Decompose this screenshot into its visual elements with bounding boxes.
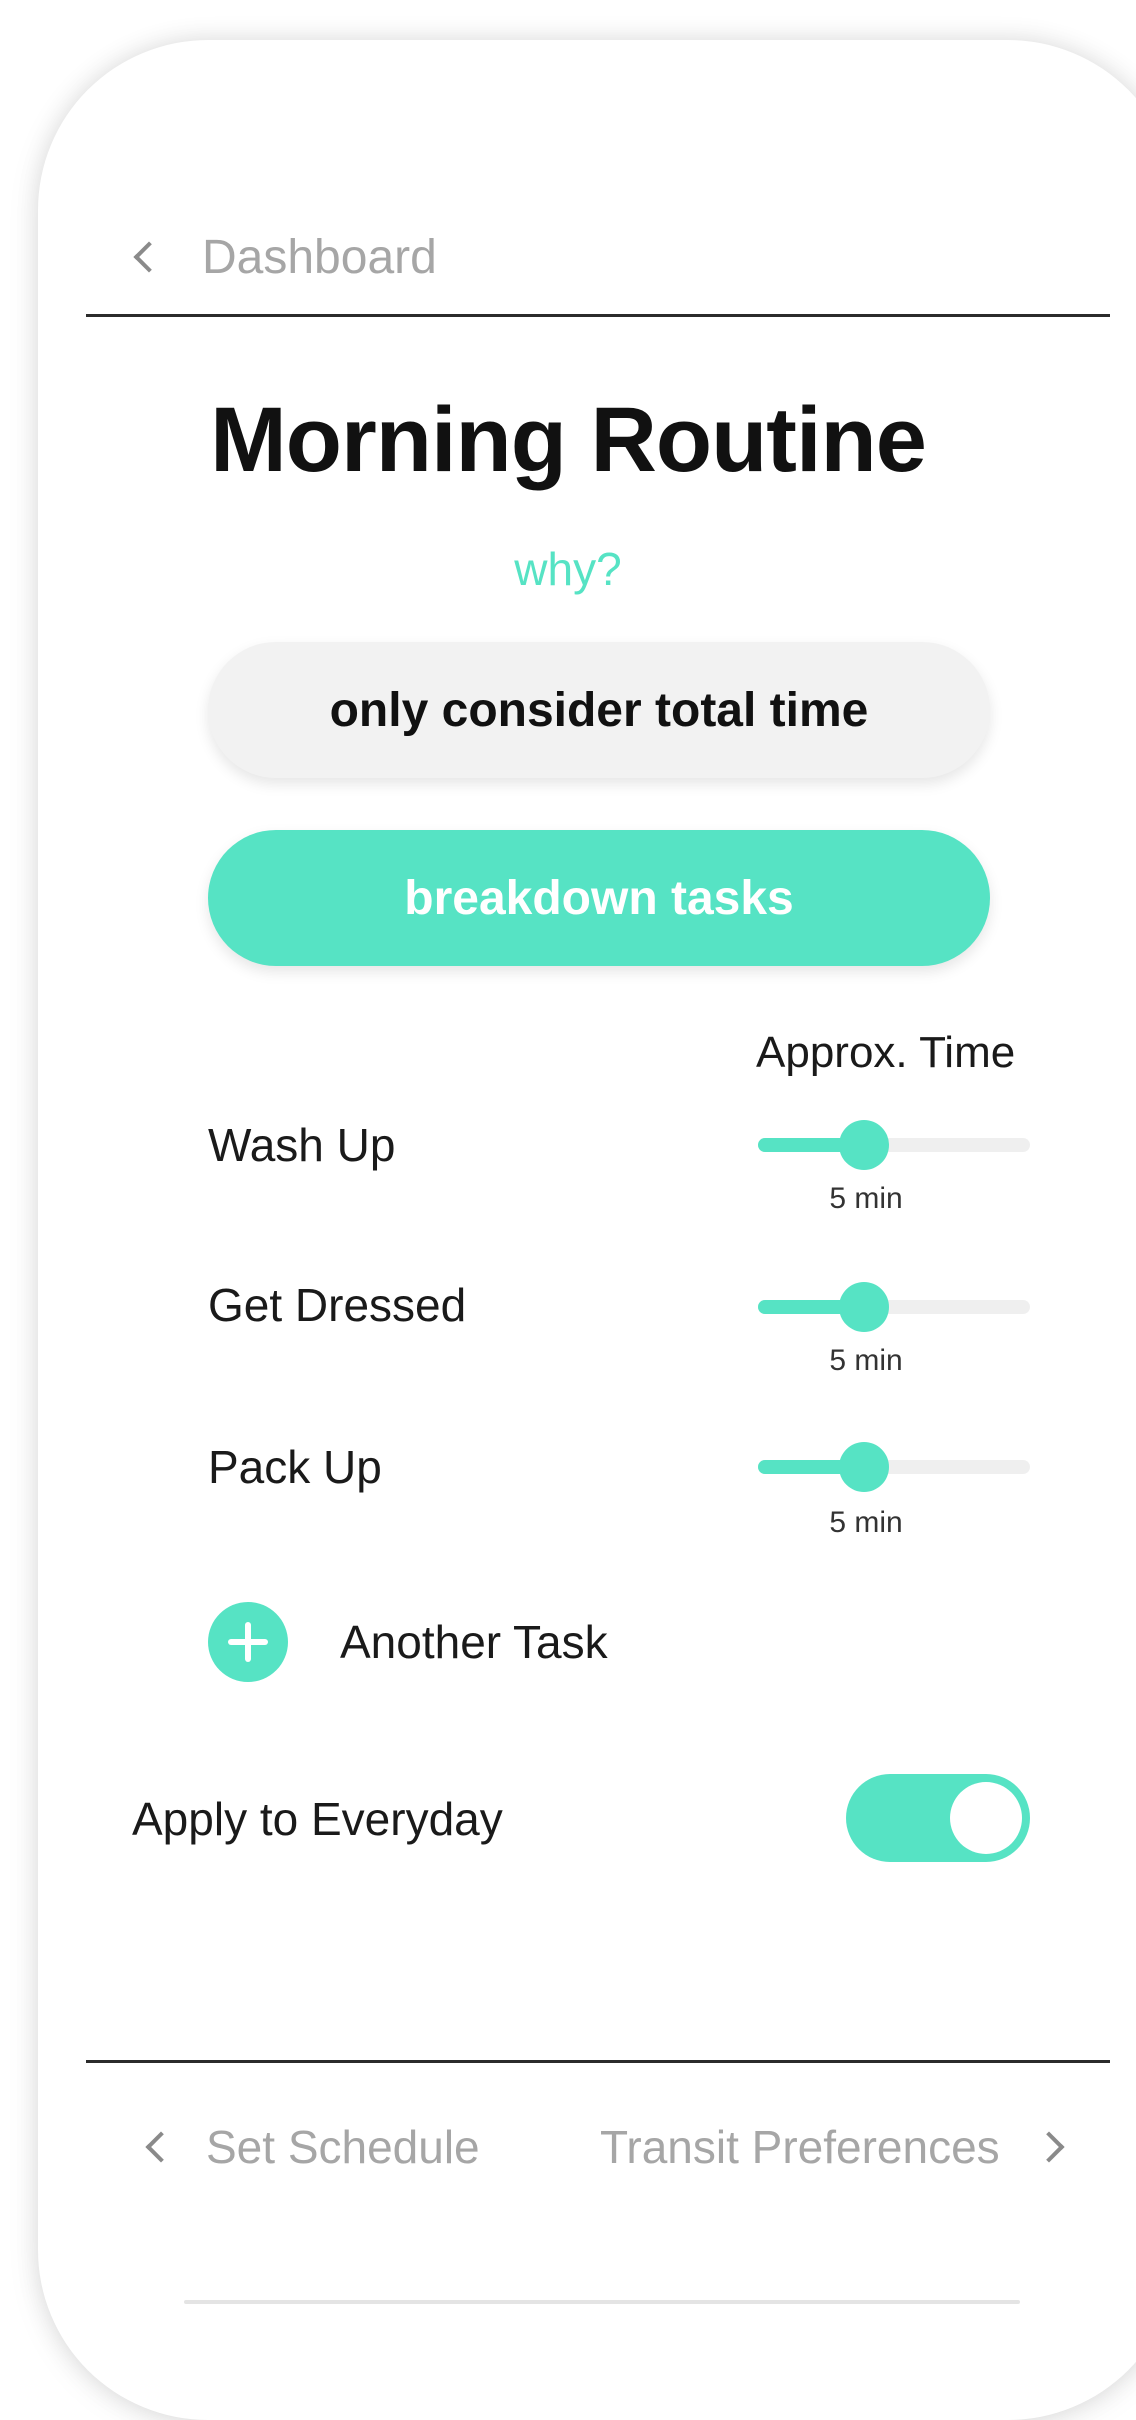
task-time-slider-pack-up[interactable] [758,1432,1030,1502]
back-label: Dashboard [202,230,437,284]
task-time-value-pack-up: 5 min [829,1506,903,1539]
apply-everyday-label: Apply to Everyday [132,1793,503,1845]
breakdown-tasks-button[interactable]: breakdown tasks [208,830,990,966]
task-time-slider-wash-up[interactable] [758,1110,1030,1180]
prev-step-label: Set Schedule [206,2121,480,2173]
add-task-button[interactable]: Another Task [208,1602,608,1682]
next-step-transit-preferences[interactable]: Transit Preferences [600,2112,1065,2182]
toggle-thumb [950,1782,1022,1854]
apply-everyday-toggle[interactable] [846,1774,1030,1862]
chevron-left-icon [133,241,165,273]
add-task-label: Another Task [340,1616,608,1668]
why-link[interactable]: why? [0,542,1136,596]
task-time-value-wash-up: 5 min [829,1182,903,1215]
home-indicator [184,2300,1020,2304]
header-divider [86,314,1110,317]
approx-time-header: Approx. Time [756,1028,1016,1077]
slider-knob[interactable] [839,1282,890,1332]
task-time-value-get-dressed: 5 min [829,1344,903,1377]
slider-knob[interactable] [839,1442,890,1492]
next-step-label: Transit Preferences [600,2121,1000,2173]
page-title: Morning Routine [210,389,927,491]
task-time-slider-get-dressed[interactable] [758,1272,1030,1342]
chevron-right-icon [1033,2131,1065,2163]
back-to-dashboard-link[interactable]: Dashboard [133,222,437,292]
task-label-wash-up: Wash Up [208,1119,396,1171]
prev-step-set-schedule[interactable]: Set Schedule [145,2112,480,2182]
chevron-left-icon [145,2131,177,2163]
plus-icon [208,1602,288,1682]
task-label-get-dressed: Get Dressed [208,1279,467,1331]
footer-divider [86,2060,1110,2063]
total-time-button[interactable]: only consider total time [208,642,990,778]
task-label-pack-up: Pack Up [208,1441,382,1493]
slider-knob[interactable] [839,1120,890,1170]
